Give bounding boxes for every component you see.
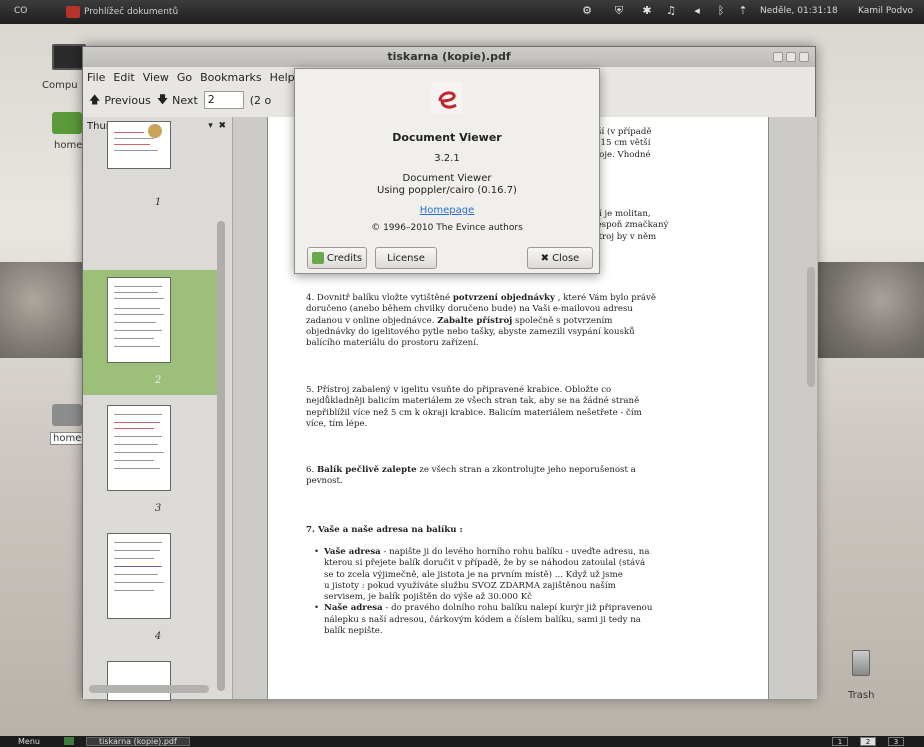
menu-button[interactable]: Menu [18, 737, 40, 746]
panel-app-button[interactable]: Prohlížeč dokumentů [66, 6, 178, 18]
document-scrollbar[interactable] [807, 267, 815, 387]
page-number-input[interactable]: 2 [203, 91, 244, 109]
user-menu[interactable]: Kamil Podvo [858, 6, 913, 16]
about-dialog: Document Viewer 3.2.1 Document Viewer Us… [294, 68, 600, 274]
evince-logo-icon [431, 82, 463, 114]
close-icon: ✖ [540, 252, 550, 264]
desktop-icon-label[interactable]: home [54, 140, 82, 151]
wallpaper-photo-right [818, 262, 924, 358]
home-folder-icon[interactable] [52, 112, 82, 134]
network-icon[interactable]: ✱ [640, 4, 654, 18]
about-app-name: Document Viewer [392, 131, 502, 144]
taskbar-item[interactable]: tiskarna (kopie).pdf [86, 737, 190, 746]
menu-bookmarks[interactable]: Bookmarks [200, 71, 261, 84]
close-button[interactable]: ✖ Close [527, 247, 593, 269]
paragraph-6: 6. Balík pečlivě zalepte ze všech stran … [306, 465, 636, 487]
next-label: Next [172, 93, 198, 107]
arrow-down-icon: 🡇 [156, 92, 169, 106]
menu-view[interactable]: View [143, 71, 169, 84]
maximize-button[interactable] [786, 52, 796, 62]
paragraph-4: 4. Dovnitř balíku vložte vytištěné potvr… [306, 293, 656, 349]
menu-file[interactable]: File [87, 71, 105, 84]
music-icon[interactable]: ♫ [664, 4, 678, 18]
about-poppler: Using poppler/cairo (0.16.7) [377, 185, 517, 196]
previous-button[interactable]: 🡅 Previous [89, 91, 151, 110]
volume-icon[interactable]: ◂ [690, 4, 704, 18]
sidebar-horizontal-scrollbar[interactable] [89, 685, 209, 693]
drive-icon[interactable] [52, 404, 82, 426]
menu-edit[interactable]: Edit [113, 71, 134, 84]
menu-help[interactable]: Help [270, 71, 295, 84]
sidebar-scrollbar[interactable] [217, 221, 225, 691]
thumbnail-page-2[interactable] [107, 277, 171, 363]
document-viewer-icon [66, 6, 80, 18]
thumbnail-label: 2 [154, 375, 162, 386]
about-copyright: © 1996–2010 The Evince authors [371, 223, 523, 233]
about-description: Document Viewer [402, 173, 492, 184]
desktop-icon-label[interactable]: Trash [848, 690, 874, 701]
address-list: • Vaše adresa - napište ji do levého hor… [314, 547, 744, 637]
about-version: 3.2.1 [434, 153, 460, 164]
paragraph-5: 5. Přístroj zabalený v igelitu vsuňte do… [306, 385, 642, 429]
homepage-link[interactable]: Homepage [295, 205, 599, 216]
thumbnails-sidebar: Thumbnails ▾ ✖ 1 2 [83, 117, 233, 701]
arrow-up-icon: 🡅 [89, 92, 101, 106]
thumbnail-label: 4 [154, 631, 162, 642]
clock[interactable]: Neděle, 01:31:18 [760, 6, 838, 16]
panel-menu-label[interactable]: CO [14, 6, 27, 16]
window-title: tiskarna (kopie).pdf [387, 50, 511, 63]
thumbnail-page-4[interactable] [107, 533, 171, 619]
list-item: • Naše adresa - do pravého dolního rohu … [314, 603, 653, 637]
desktop-icon-label[interactable]: home [50, 432, 85, 445]
trash-icon[interactable] [852, 650, 870, 676]
menu-go[interactable]: Go [177, 71, 192, 84]
thumbnail-label: 1 [154, 197, 162, 208]
credits-button[interactable]: Credits [307, 247, 367, 269]
workspace-2[interactable]: 2 [860, 737, 876, 746]
thumbnail-page-3[interactable] [107, 405, 171, 491]
list-item: • Vaše adresa - napište ji do levého hor… [314, 547, 650, 603]
info-icon [311, 252, 324, 264]
sidebar-dropdown-icon[interactable]: ▾ ✖ [208, 121, 226, 131]
top-panel: CO Prohlížeč dokumentů ⚙ ⛨ ✱ ♫ ◂ ᛒ ⇡ Ned… [0, 0, 924, 24]
show-desktop-icon[interactable] [64, 737, 74, 745]
previous-label: Previous [104, 93, 151, 107]
bottom-panel: Menu tiskarna (kopie).pdf 1 2 3 [0, 736, 924, 747]
license-label: License [387, 252, 425, 264]
thumbnail-label: 3 [154, 503, 162, 514]
thumbnail-page-5[interactable] [107, 661, 171, 701]
settings-icon[interactable]: ⚙ [580, 4, 594, 18]
license-button[interactable]: License [375, 247, 437, 269]
window-titlebar[interactable]: tiskarna (kopie).pdf [83, 47, 815, 67]
desktop-icon-label[interactable]: Compu [42, 80, 78, 91]
wifi-icon[interactable]: ⇡ [736, 4, 750, 18]
wallpaper-photo-left [0, 262, 84, 358]
page-count-label: (2 o [249, 93, 272, 107]
credits-label: Credits [326, 252, 363, 264]
workspace-1[interactable]: 1 [832, 737, 848, 746]
paragraph-7-heading: 7. Vaše a naše adresa na balíku : [306, 525, 463, 535]
minimize-button[interactable] [773, 52, 783, 62]
thumbnail-page-1[interactable] [107, 121, 171, 169]
close-window-button[interactable] [799, 52, 809, 62]
bluetooth-icon[interactable]: ᛒ [714, 4, 728, 18]
panel-app-label: Prohlížeč dokumentů [84, 7, 179, 17]
next-button[interactable]: 🡇 Next [157, 91, 198, 110]
shield-icon[interactable]: ⛨ [612, 4, 626, 18]
workspace-3[interactable]: 3 [888, 737, 904, 746]
computer-icon[interactable] [52, 44, 86, 70]
close-label: Close [552, 252, 580, 264]
